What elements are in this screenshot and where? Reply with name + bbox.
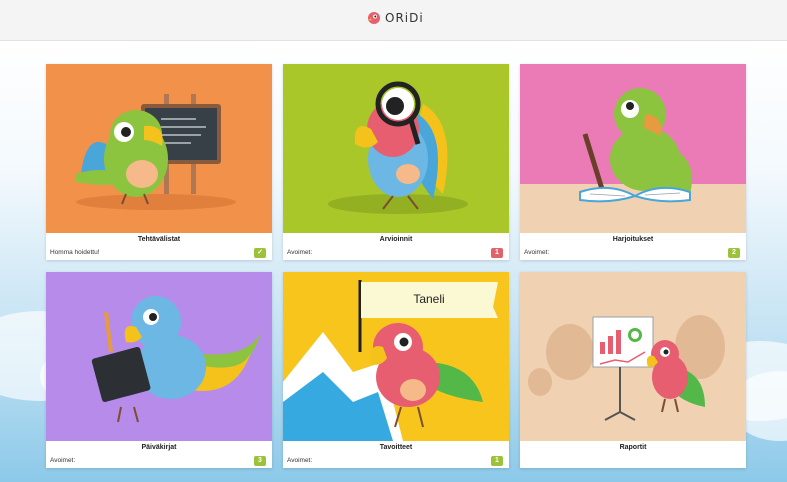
tile-harjoitukset[interactable]: Harjoitukset Avoimet: 2 [520,64,746,260]
tile-title: Arvioinnit [379,236,413,243]
parrot-mountain-flag-illustration: Taneli [283,272,509,441]
oridi-logo[interactable]: ORiDi [367,11,424,25]
tile-title: Tavoitteet [379,444,413,451]
top-bar: ORiDi [0,0,787,41]
tile-tavoitteet[interactable]: Taneli Tavoitteet Avoimet: 1 [283,272,509,468]
tile-status: Avoimet: [287,457,313,464]
tile-title: Tehtävälistat [137,236,181,243]
tile-title: Päiväkirjat [141,444,177,451]
parrot-magnifier-illustration [283,64,509,233]
done-check-badge: ✓ [254,248,266,258]
parrot-chalkboard-illustration [46,64,272,233]
tile-status: Avoimet: [524,249,550,256]
parrot-reading-illustration [520,64,746,233]
parrot-notebook-illustration [46,272,272,441]
tile-status: Homma hoidettu! [50,249,100,256]
open-count-badge: 3 [254,456,266,466]
open-count-badge: 1 [491,248,503,258]
open-count-badge: 1 [491,456,503,466]
tile-title: Harjoitukset [612,236,654,243]
tile-arvioinnit[interactable]: Arvioinnit Avoimet: 1 [283,64,509,260]
parrot-presentation-illustration [520,272,746,441]
flag-text: Taneli [413,292,444,306]
tile-paivakirjat[interactable]: Päiväkirjat Avoimet: 3 [46,272,272,468]
tile-tehtavalistat[interactable]: Tehtävälistat Homma hoidettu! ✓ [46,64,272,260]
tile-raportit[interactable]: Raportit [520,272,746,468]
parrot-logo-icon [368,12,380,24]
tile-title: Raportit [619,444,647,451]
tile-status: Avoimet: [287,249,313,256]
tile-status: Avoimet: [50,457,76,464]
open-count-badge: 2 [728,248,740,258]
logo-text: ORiDi [385,11,424,25]
